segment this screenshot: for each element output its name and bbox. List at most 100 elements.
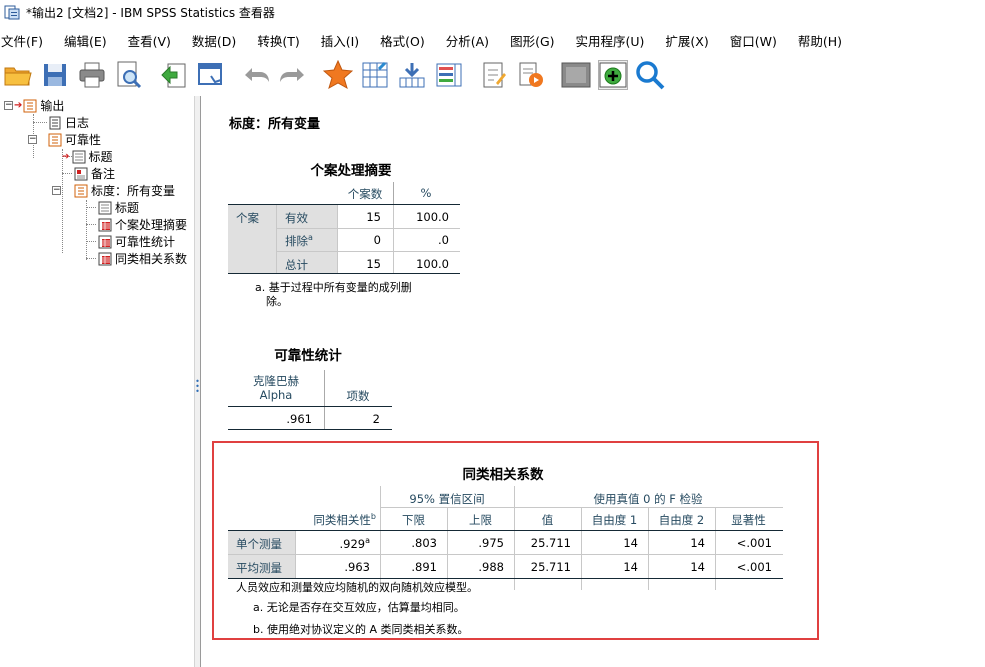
average-df1: 14 bbox=[623, 560, 638, 574]
export-icon[interactable] bbox=[159, 60, 189, 90]
tree-item-icc[interactable]: 同类相关系数 bbox=[98, 250, 187, 267]
single-sig: <.001 bbox=[736, 536, 772, 550]
menu-extensions[interactable]: 扩展(X) bbox=[665, 31, 718, 50]
tree-item-reliability-stats[interactable]: 可靠性统计 bbox=[98, 233, 175, 250]
menu-graphs[interactable]: 图形(G) bbox=[510, 31, 564, 50]
variables-icon[interactable] bbox=[397, 60, 427, 90]
table-icon bbox=[98, 252, 112, 265]
f-test-group-header: 使用真值 0 的 F 检验 bbox=[593, 492, 703, 506]
col-header-f-value: 值 bbox=[541, 513, 554, 527]
syntax-icon[interactable] bbox=[516, 60, 546, 90]
single-df2: 14 bbox=[690, 536, 705, 550]
designate-window-icon[interactable] bbox=[598, 60, 628, 90]
col-header-df2: 自由度 2 bbox=[658, 513, 705, 527]
toolbar bbox=[0, 55, 985, 95]
star-icon[interactable] bbox=[323, 60, 353, 90]
average-icc: .963 bbox=[344, 560, 370, 574]
icc-model-note: 人员效应和测量效应均随机的双向随机效应模型。 bbox=[236, 581, 478, 594]
output-book-icon bbox=[48, 133, 62, 146]
undo-icon[interactable] bbox=[241, 60, 271, 90]
valid-n: 15 bbox=[366, 210, 381, 224]
menu-transform[interactable]: 转换(T) bbox=[257, 31, 309, 50]
col-header-items: 项数 bbox=[346, 389, 370, 403]
collapse-toggle-reliability[interactable]: − bbox=[28, 135, 37, 144]
single-f: 25.711 bbox=[530, 536, 571, 550]
goto-case-icon[interactable] bbox=[360, 60, 390, 90]
icc-table-title: 同类相关系数 bbox=[462, 467, 544, 483]
col-header-pct: % bbox=[420, 186, 432, 200]
reliability-table-title: 可靠性统计 bbox=[274, 348, 342, 364]
icc-footnote-b: b. 使用绝对协议定义的 A 类同类相关系数。 bbox=[253, 623, 469, 636]
col-header-lower: 下限 bbox=[402, 513, 425, 527]
tree-item-title-1[interactable]: ➔ 标题 bbox=[62, 148, 113, 165]
row-group-label: 个案 bbox=[236, 211, 259, 225]
menu-utilities[interactable]: 实用程序(U) bbox=[576, 31, 655, 50]
output-book-icon bbox=[74, 184, 88, 197]
tree-item-case-summary[interactable]: 个案处理摘要 bbox=[98, 216, 187, 233]
icc-footnote-a: a. 无论是否存在交互效应，估算量均相同。 bbox=[253, 601, 465, 614]
tree-item-reliability[interactable]: 可靠性 bbox=[48, 131, 101, 148]
menu-data[interactable]: 数据(D) bbox=[192, 31, 246, 50]
excluded-pct: .0 bbox=[438, 233, 449, 247]
menu-analyze[interactable]: 分析(A) bbox=[446, 31, 499, 50]
title-bar: *输出2 [文档2] - IBM SPSS Statistics 查看器 bbox=[0, 0, 985, 24]
items-value: 2 bbox=[372, 412, 380, 426]
menu-format[interactable]: 格式(O) bbox=[380, 31, 435, 50]
print-preview-icon[interactable] bbox=[114, 60, 144, 90]
row-total-label: 总计 bbox=[285, 258, 308, 272]
data-table-icon[interactable] bbox=[434, 60, 464, 90]
save-icon[interactable] bbox=[40, 60, 70, 90]
excluded-n: 0 bbox=[373, 233, 381, 247]
case-footnote-cont: 除。 bbox=[266, 295, 288, 308]
col-header-n: 个案数 bbox=[347, 187, 383, 201]
splitter-grip-icon: • • • bbox=[195, 377, 200, 396]
row-single-label: 单个测量 bbox=[236, 537, 282, 551]
notes-icon bbox=[74, 167, 88, 180]
single-lower: .803 bbox=[411, 536, 437, 550]
menu-file[interactable]: 文件(F) bbox=[1, 31, 53, 50]
menu-view[interactable]: 查看(V) bbox=[128, 31, 181, 50]
scale-heading: 标度：所有变量 bbox=[229, 117, 321, 132]
go-to-data-icon[interactable] bbox=[196, 60, 226, 90]
menu-edit[interactable]: 编辑(E) bbox=[64, 31, 117, 50]
tree-item-scale[interactable]: 标度：所有变量 bbox=[74, 182, 175, 199]
average-f: 25.711 bbox=[530, 560, 571, 574]
outline-tree: − ➔ 输出 日志 − 可靠性 ➔ 标题 备注 − 标度：所有变量 标题 个案处… bbox=[0, 96, 194, 667]
title-icon bbox=[98, 201, 112, 214]
print-icon[interactable] bbox=[77, 60, 107, 90]
col-header-alpha: Alpha bbox=[259, 388, 293, 402]
current-arrow-icon: ➔ bbox=[62, 151, 70, 162]
log-icon bbox=[49, 116, 61, 129]
ci-group-header: 95% 置信区间 bbox=[409, 492, 485, 506]
tree-item-output[interactable]: ➔ 输出 bbox=[14, 97, 64, 114]
col-header-icc: 同类相关性b bbox=[313, 512, 376, 527]
search-icon[interactable] bbox=[635, 60, 665, 90]
tree-item-log[interactable]: 日志 bbox=[48, 114, 89, 131]
output-content-pane: 标度：所有变量 个案处理摘要 个案数 % 个案 有效 排除a 总计 15 100… bbox=[201, 96, 985, 667]
col-header-cronbach: 克隆巴赫 bbox=[253, 374, 299, 388]
window-title: *输出2 [文档2] - IBM SPSS Statistics 查看器 bbox=[26, 5, 275, 20]
menu-window[interactable]: 窗口(W) bbox=[730, 31, 787, 50]
average-sig: <.001 bbox=[736, 560, 772, 574]
open-icon[interactable] bbox=[3, 60, 33, 90]
table-icon bbox=[98, 235, 112, 248]
single-df1: 14 bbox=[623, 536, 638, 550]
table-icon bbox=[98, 218, 112, 231]
window-icon[interactable] bbox=[561, 60, 591, 90]
col-header-upper: 上限 bbox=[469, 513, 492, 527]
alpha-value: .961 bbox=[286, 412, 312, 426]
row-excluded-label: 排除a bbox=[285, 233, 313, 248]
tree-item-notes[interactable]: 备注 bbox=[74, 165, 115, 182]
collapse-toggle-scale[interactable]: − bbox=[52, 186, 61, 195]
menu-help[interactable]: 帮助(H) bbox=[798, 31, 852, 50]
menu-bar: 文件(F) 编辑(E) 查看(V) 数据(D) 转换(T) 插入(I) 格式(O… bbox=[0, 29, 985, 51]
valid-pct: 100.0 bbox=[416, 210, 449, 224]
tree-item-title-2[interactable]: 标题 bbox=[98, 199, 139, 216]
output-book-icon bbox=[23, 99, 37, 112]
col-header-sig: 显著性 bbox=[731, 513, 766, 527]
pane-splitter[interactable]: • • • bbox=[194, 96, 201, 667]
menu-insert[interactable]: 插入(I) bbox=[321, 31, 369, 50]
collapse-toggle-root[interactable]: − bbox=[4, 101, 13, 110]
redo-icon[interactable] bbox=[278, 60, 308, 90]
script-icon[interactable] bbox=[479, 60, 509, 90]
